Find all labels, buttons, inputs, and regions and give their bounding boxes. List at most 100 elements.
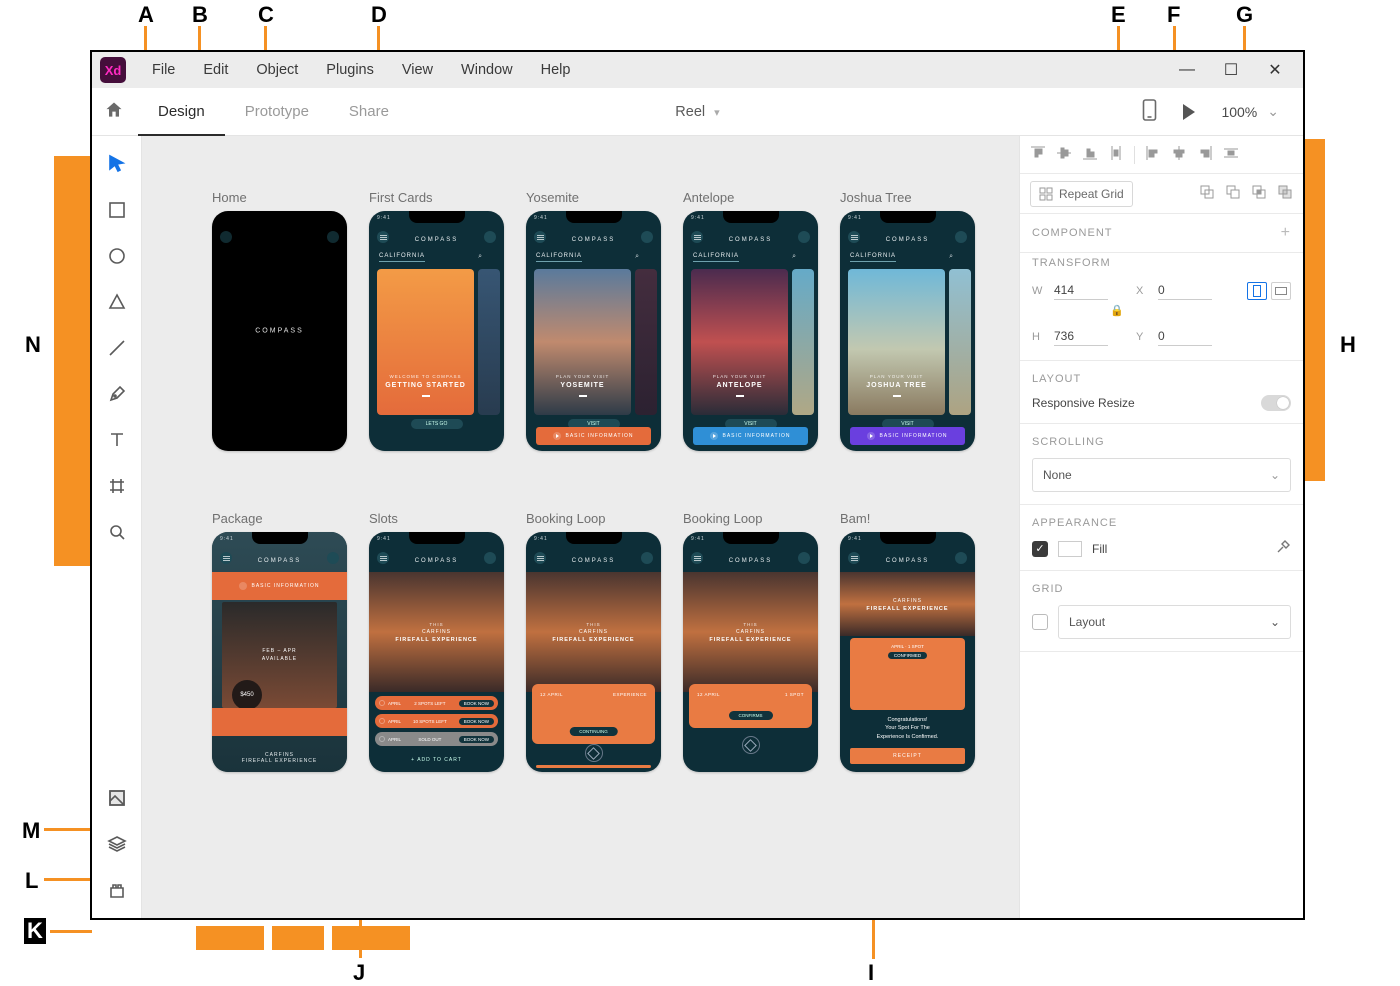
artboard-title[interactable]: First Cards bbox=[369, 190, 504, 205]
artboard[interactable]: 9:41 COMPASS CALIFORNIA ⌕ PLAN YOUR VISI… bbox=[526, 211, 661, 451]
home-icon[interactable] bbox=[104, 100, 124, 123]
fill-checkbox[interactable]: ✓ bbox=[1032, 541, 1048, 557]
menu-window[interactable]: Window bbox=[447, 52, 527, 88]
window-maximize-icon[interactable]: ☐ bbox=[1221, 60, 1241, 80]
document-title[interactable]: Reel ▾ bbox=[675, 104, 719, 120]
window-controls: — ☐ ✕ bbox=[1177, 60, 1295, 80]
grid-type-select[interactable]: Layout ⌄ bbox=[1058, 605, 1291, 639]
artboard-title[interactable]: Antelope bbox=[683, 190, 818, 205]
artboard[interactable]: 9:41 COMPASS THIS CARFINS FIREFALL EXPER… bbox=[683, 532, 818, 772]
annotation-bar bbox=[54, 156, 90, 566]
artboard-tool-icon[interactable] bbox=[107, 476, 127, 496]
menu-object[interactable]: Object bbox=[242, 52, 312, 88]
boolean-exclude-icon[interactable] bbox=[1277, 184, 1293, 203]
scrolling-select[interactable]: None ⌄ bbox=[1032, 458, 1291, 492]
artboard[interactable]: 9:41 COMPASS CALIFORNIA ⌕ WELCOME TO COM… bbox=[369, 211, 504, 451]
annotation-C: C bbox=[258, 2, 274, 28]
card: PLAN YOUR VISIT YOSEMITE bbox=[534, 269, 631, 415]
fill-label: Fill bbox=[1092, 542, 1107, 556]
tab-share[interactable]: Share bbox=[329, 88, 409, 136]
orientation-toggle[interactable] bbox=[1247, 282, 1291, 300]
text-tool-icon[interactable] bbox=[107, 430, 127, 450]
fill-swatch[interactable] bbox=[1058, 541, 1082, 557]
align-left-icon[interactable] bbox=[1145, 145, 1161, 164]
play-icon[interactable] bbox=[1183, 104, 1195, 120]
artboard-title[interactable]: Booking Loop bbox=[683, 511, 818, 526]
align-hcenter-icon[interactable] bbox=[1171, 145, 1187, 164]
layers-panel-icon[interactable] bbox=[107, 834, 127, 854]
artboard[interactable]: 9:41 COMPASS BASIC INFORMATION FEB – APR… bbox=[212, 532, 347, 772]
height-input[interactable] bbox=[1054, 327, 1108, 346]
compass-icon bbox=[742, 736, 760, 754]
app-logo: Xd bbox=[100, 57, 126, 83]
boolean-add-icon[interactable] bbox=[1199, 184, 1215, 203]
pen-tool-icon[interactable] bbox=[107, 384, 127, 404]
annotation-F: F bbox=[1167, 2, 1180, 28]
landscape-icon[interactable] bbox=[1271, 282, 1291, 300]
search-icon bbox=[955, 231, 967, 243]
canvas[interactable]: Home COMPASS First Cards 9:41 COMPASS bbox=[142, 136, 1019, 918]
artboard-title[interactable]: Home bbox=[212, 190, 347, 205]
artboard[interactable]: 9:41 COMPASS CARFINS FIREFALL EXPERIENCE… bbox=[840, 532, 975, 772]
artboard[interactable]: COMPASS bbox=[212, 211, 347, 451]
ellipse-tool-icon[interactable] bbox=[107, 246, 127, 266]
zoom-control[interactable]: 100% ⌄ bbox=[1221, 103, 1279, 120]
device-preview-icon[interactable] bbox=[1142, 99, 1157, 124]
x-input[interactable] bbox=[1158, 281, 1212, 300]
line-tool-icon[interactable] bbox=[107, 338, 127, 358]
document-name: Reel bbox=[675, 104, 705, 120]
artboard-wrap: First Cards 9:41 COMPASS CALIFORNIA ⌕ WE… bbox=[369, 190, 504, 451]
menu-help[interactable]: Help bbox=[527, 52, 585, 88]
menu-edit[interactable]: Edit bbox=[189, 52, 242, 88]
artboard[interactable]: 9:41 COMPASS THIS CARFINS FIREFALL EXPER… bbox=[369, 532, 504, 772]
distribute-h-icon[interactable] bbox=[1223, 145, 1239, 164]
polygon-tool-icon[interactable] bbox=[107, 292, 127, 312]
window-close-icon[interactable]: ✕ bbox=[1265, 60, 1285, 80]
rectangle-tool-icon[interactable] bbox=[107, 200, 127, 220]
artboard-title[interactable]: Joshua Tree bbox=[840, 190, 975, 205]
responsive-resize-toggle[interactable] bbox=[1261, 395, 1291, 411]
artboard-title[interactable]: Booking Loop bbox=[526, 511, 661, 526]
menu-file[interactable]: File bbox=[138, 52, 189, 88]
align-bottom-icon[interactable] bbox=[1082, 145, 1098, 164]
window-minimize-icon[interactable]: — bbox=[1177, 61, 1197, 79]
annotation-D: D bbox=[371, 2, 387, 28]
distribute-v-icon[interactable] bbox=[1108, 145, 1124, 164]
select-tool-icon[interactable] bbox=[107, 154, 127, 174]
boolean-intersect-icon[interactable] bbox=[1251, 184, 1267, 203]
search-icon bbox=[955, 552, 967, 564]
eyedropper-icon[interactable] bbox=[1275, 539, 1291, 558]
annotation-bar bbox=[332, 926, 410, 950]
artboard-title[interactable]: Slots bbox=[369, 511, 504, 526]
artboard[interactable]: 9:41 COMPASS THIS CARFINS FIREFALL EXPER… bbox=[526, 532, 661, 772]
align-vcenter-icon[interactable] bbox=[1056, 145, 1072, 164]
repeat-grid-button[interactable]: Repeat Grid bbox=[1030, 181, 1133, 207]
artboard[interactable]: 9:41 COMPASS CALIFORNIA ⌕ PLAN YOUR VISI… bbox=[683, 211, 818, 451]
artboard[interactable]: 9:41 COMPASS CALIFORNIA ⌕ PLAN YOUR VISI… bbox=[840, 211, 975, 451]
tab-design[interactable]: Design bbox=[138, 88, 225, 136]
lock-aspect-icon[interactable]: 🔒 bbox=[1110, 304, 1291, 317]
search-icon bbox=[641, 231, 653, 243]
search-icon bbox=[798, 552, 810, 564]
width-input[interactable] bbox=[1054, 281, 1108, 300]
plugins-panel-icon[interactable] bbox=[107, 880, 127, 900]
menu-view[interactable]: View bbox=[388, 52, 447, 88]
zoom-tool-icon[interactable] bbox=[107, 522, 127, 542]
y-input[interactable] bbox=[1158, 327, 1212, 346]
artboard-title[interactable]: Package bbox=[212, 511, 347, 526]
add-component-icon[interactable]: + bbox=[1281, 224, 1291, 242]
main-area: Home COMPASS First Cards 9:41 COMPASS bbox=[92, 136, 1303, 918]
annotation-B: B bbox=[192, 2, 208, 28]
boolean-subtract-icon[interactable] bbox=[1225, 184, 1241, 203]
artboard-title[interactable]: Bam! bbox=[840, 511, 975, 526]
portrait-icon[interactable] bbox=[1247, 282, 1267, 300]
menu-plugins[interactable]: Plugins bbox=[312, 52, 388, 88]
tab-prototype[interactable]: Prototype bbox=[225, 88, 329, 136]
align-right-icon[interactable] bbox=[1197, 145, 1213, 164]
assets-panel-icon[interactable] bbox=[107, 788, 127, 808]
artboard-title[interactable]: Yosemite bbox=[526, 190, 661, 205]
annotation-L: L bbox=[25, 868, 38, 894]
align-top-icon[interactable] bbox=[1030, 145, 1046, 164]
annotation-line bbox=[44, 878, 92, 881]
grid-checkbox[interactable] bbox=[1032, 614, 1048, 630]
